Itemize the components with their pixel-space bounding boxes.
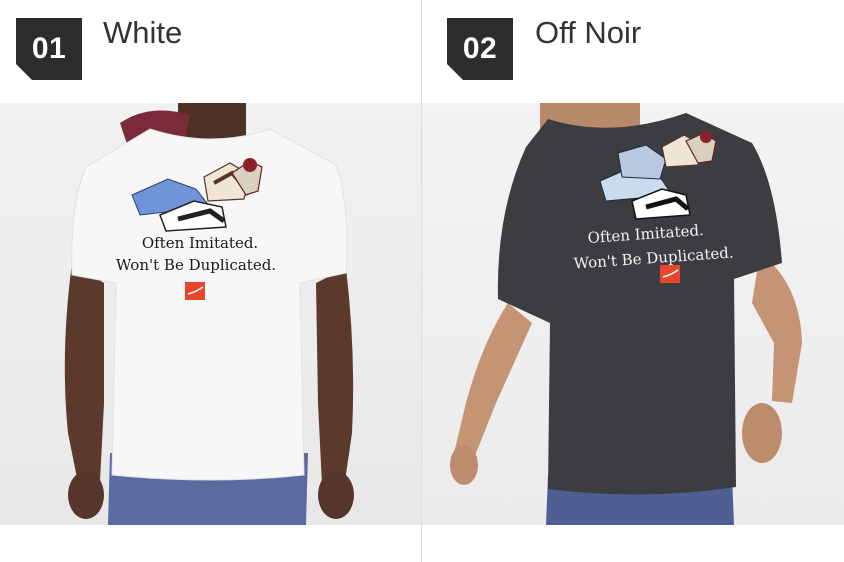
option-number-badge: 02: [447, 18, 513, 80]
print-line-1: Often Imitated.: [142, 234, 258, 252]
color-name: Off Noir: [535, 15, 642, 50]
model-back-view-image: Often Imitated. Won't Be Duplicated.: [450, 103, 802, 525]
option-number-badge: 01: [16, 18, 82, 80]
product-photo: Often Imitated. Won't Be Duplicated.: [0, 103, 421, 525]
product-color-options: 01 White Often Imitated. Won't Be Duplic…: [0, 0, 844, 562]
color-name: White: [103, 15, 183, 50]
product-photo: Often Imitated. Won't Be Duplicated.: [422, 103, 844, 525]
model-back-view-image: Often Imitated. Won't Be Duplicated.: [64, 103, 354, 525]
color-option-white[interactable]: 01 White Often Imitated. Won't Be Duplic…: [0, 0, 421, 562]
color-option-off-noir[interactable]: 02 Off Noir Often Imitated. Won't Be Dup…: [422, 0, 844, 562]
print-line-2: Won't Be Duplicated.: [116, 256, 276, 274]
